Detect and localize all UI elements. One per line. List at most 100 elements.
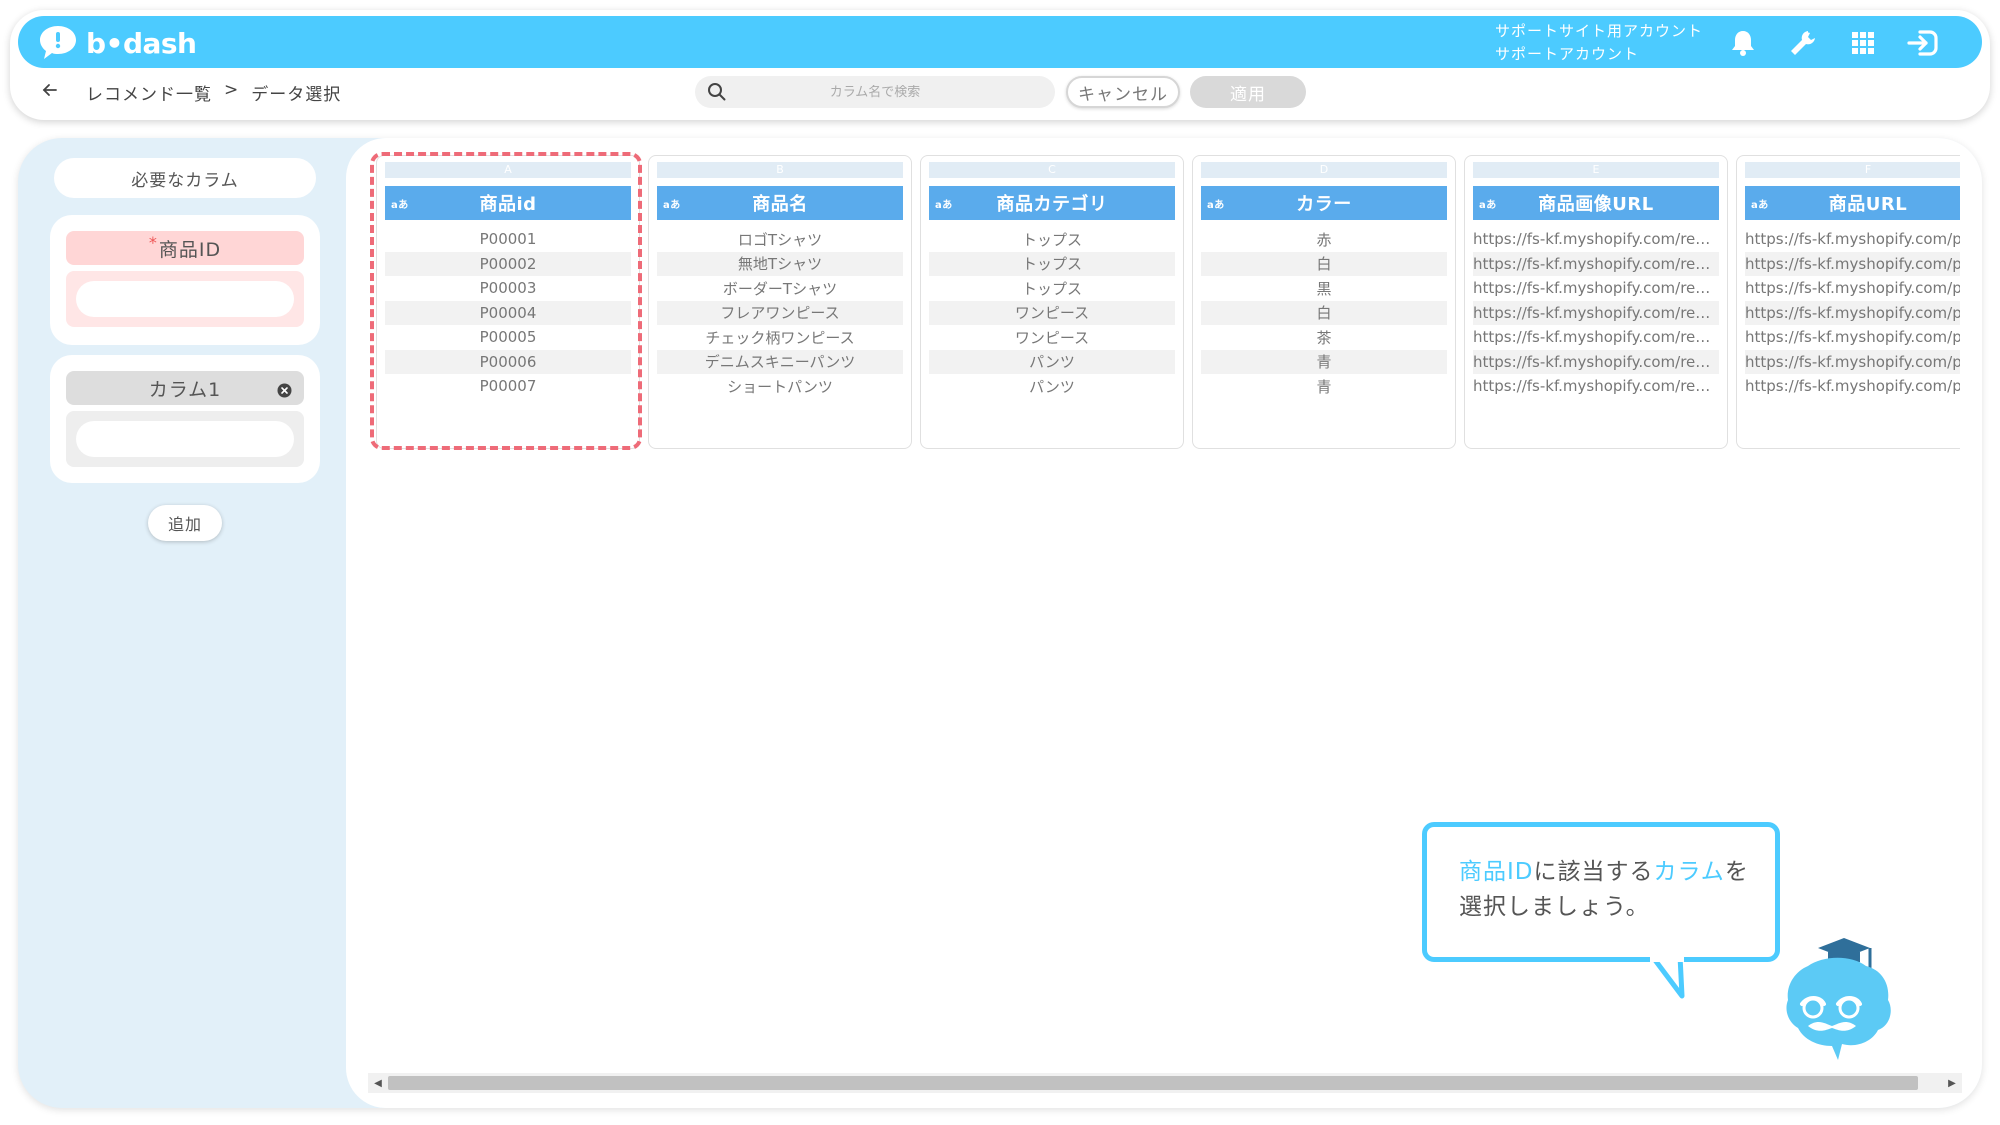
table-cell: P00001 [479,230,537,248]
table-cell: https://fs-kf.myshopify.com/re… [1473,230,1711,248]
logout-icon[interactable] [1906,26,1940,60]
table-cell: 茶 [1316,328,1332,347]
mascot-icon [1786,938,1891,1060]
search-input[interactable] [695,84,1055,100]
account-line-2: サポートアカウント [1495,45,1640,63]
optional-field-header[interactable]: カラム1 [66,371,304,405]
apply-button[interactable]: 適用 [1190,76,1306,108]
column-header-label: 商品id [479,194,537,215]
table-cell: P00003 [479,279,537,297]
column-letter: B [657,162,903,178]
scroll-left-icon[interactable]: ◀ [371,1076,385,1090]
column-letter: C [929,162,1175,178]
table-cell: https://fs-kf.myshopify.com/pr [1745,230,1960,248]
table-cell: P00002 [385,251,631,276]
logo[interactable]: b•dash [36,23,197,63]
column-letter: F [1745,162,1960,178]
column-c[interactable]: Caあ 商品カテゴリ トップス トップス トップス ワンピース ワンピース パンツ パンツ [920,155,1184,449]
column-letter: D [1201,162,1447,178]
table-cell: https://fs-kf.myshopify.com/re… [1473,377,1711,395]
column-header-label: 商品URL [1828,194,1908,215]
required-columns-label: 必要なカラム [54,158,316,198]
logo-text: b•dash [86,26,197,60]
hint-highlight-product-id: 商品ID [1459,859,1534,885]
required-mark: * [148,232,158,252]
column-header[interactable]: aあ 商品URL [1745,186,1960,220]
text-type-icon: aあ [663,200,681,211]
optional-field-label: カラム1 [148,378,222,401]
optional-field-dropzone[interactable] [66,411,304,467]
column-b[interactable]: Baあ 商品名 ロゴTシャツ 無地Tシャツ ボーダーTシャツ フレアワンピース チェック柄ワ… [648,155,912,449]
optional-field-slot[interactable] [76,421,294,457]
table-cell: トップス [929,251,1175,276]
table-cell: https://fs-kf.myshopify.com/pr [1745,300,1960,325]
text-type-icon: aあ [1479,200,1497,211]
table-cell: P00005 [479,328,537,346]
table-cell: 白 [1201,251,1447,276]
wrench-icon[interactable] [1786,26,1820,60]
table-cell: デニムスキニーパンツ [657,349,903,374]
column-f[interactable]: Faあ 商品URL https://fs-kf.myshopify.com/pr ht… [1736,155,1960,449]
table-cell: https://fs-kf.myshopify.com/re… [1473,279,1711,297]
optional-field-card: カラム1 [50,355,320,483]
logo-mark-icon [36,23,80,63]
table-cell: https://fs-kf.myshopify.com/re… [1473,328,1711,346]
required-field-slot[interactable] [76,281,294,317]
scrollbar-thumb[interactable] [388,1076,1918,1090]
remove-column-icon[interactable] [277,381,292,403]
table-cell: https://fs-kf.myshopify.com/pr [1745,328,1960,346]
column-header[interactable]: aあ 商品名 [657,186,903,220]
bell-icon[interactable] [1726,26,1760,60]
add-column-button[interactable]: 追加 [148,505,222,541]
required-field-label: 商品ID [158,238,222,261]
column-a[interactable]: Aaあ 商品id P00001 P00002 P00003 P00004 P00005 P00… [376,155,640,449]
column-d[interactable]: Daあ カラー赤白黒白茶青青 [1192,155,1456,449]
table-cell: ボーダーTシャツ [722,279,838,298]
column-e[interactable]: Eaあ 商品画像URL https://fs-kf.myshopify.com/re… [1464,155,1728,449]
table-cell: P00004 [385,300,631,325]
cancel-button[interactable]: キャンセル [1066,76,1180,108]
hint-highlight-column: カラム [1653,859,1725,885]
table-cell: トップス [1021,279,1082,298]
column-header-label: カラー [1296,194,1352,215]
horizontal-scrollbar[interactable]: ◀ ▶ [368,1073,1962,1093]
search-icon [707,82,727,106]
breadcrumb: レコメンド一覧 > データ選択 [86,80,341,105]
table-cell: トップス [1021,230,1082,249]
grid-icon[interactable] [1846,26,1880,60]
table-cell: フレアワンピース [657,300,903,325]
bubble-tail-icon [1650,956,1685,999]
table-cell: 無地Tシャツ [657,251,903,276]
column-header[interactable]: aあ 商品画像URL [1473,186,1719,220]
back-arrow-icon[interactable] [40,80,62,102]
table-cell: https://fs-kf.myshopify.com/pr [1745,251,1960,276]
table-cell: パンツ [1029,377,1075,396]
column-letter: E [1473,162,1719,178]
required-field-card: * 商品ID [50,215,320,345]
table-cell: https://fs-kf.myshopify.com/pr [1745,377,1960,395]
column-header-label: 商品名 [752,194,808,215]
text-type-icon: aあ [1207,200,1225,211]
column-header[interactable]: aあ 商品id [385,186,631,220]
table-cell: 青 [1316,377,1332,396]
table-cell: ワンピース [1014,328,1090,347]
required-field-dropzone[interactable] [66,271,304,327]
table-cell: https://fs-kf.myshopify.com/re… [1473,349,1719,374]
table-cell: P00006 [385,349,631,374]
column-header-label: 商品カテゴリ [996,194,1108,215]
table-cell: ワンピース [929,300,1175,325]
table-cell: https://fs-kf.myshopify.com/pr [1745,279,1960,297]
column-header[interactable]: aあ 商品カテゴリ [929,186,1175,220]
hint-text-line2: 選択しましょう。 [1459,894,1650,920]
account-info[interactable]: サポートサイト用アカウント サポートアカウント [1495,20,1703,66]
data-columns: Aaあ 商品id P00001 P00002 P00003 P00004 P00005 P00… [376,155,1960,449]
scroll-right-icon[interactable]: ▶ [1945,1076,1959,1090]
table-cell: https://fs-kf.myshopify.com/pr [1745,349,1960,374]
hint-bubble: 商品IDに該当するカラムを 選択しましょう。 [1422,822,1780,962]
breadcrumb-separator: > [224,80,240,100]
text-type-icon: aあ [391,200,409,211]
search-box [695,76,1055,108]
column-header[interactable]: aあ カラー [1201,186,1447,220]
breadcrumb-recommend-list[interactable]: レコメンド一覧 [86,80,212,105]
required-field-header: * 商品ID [66,231,304,265]
